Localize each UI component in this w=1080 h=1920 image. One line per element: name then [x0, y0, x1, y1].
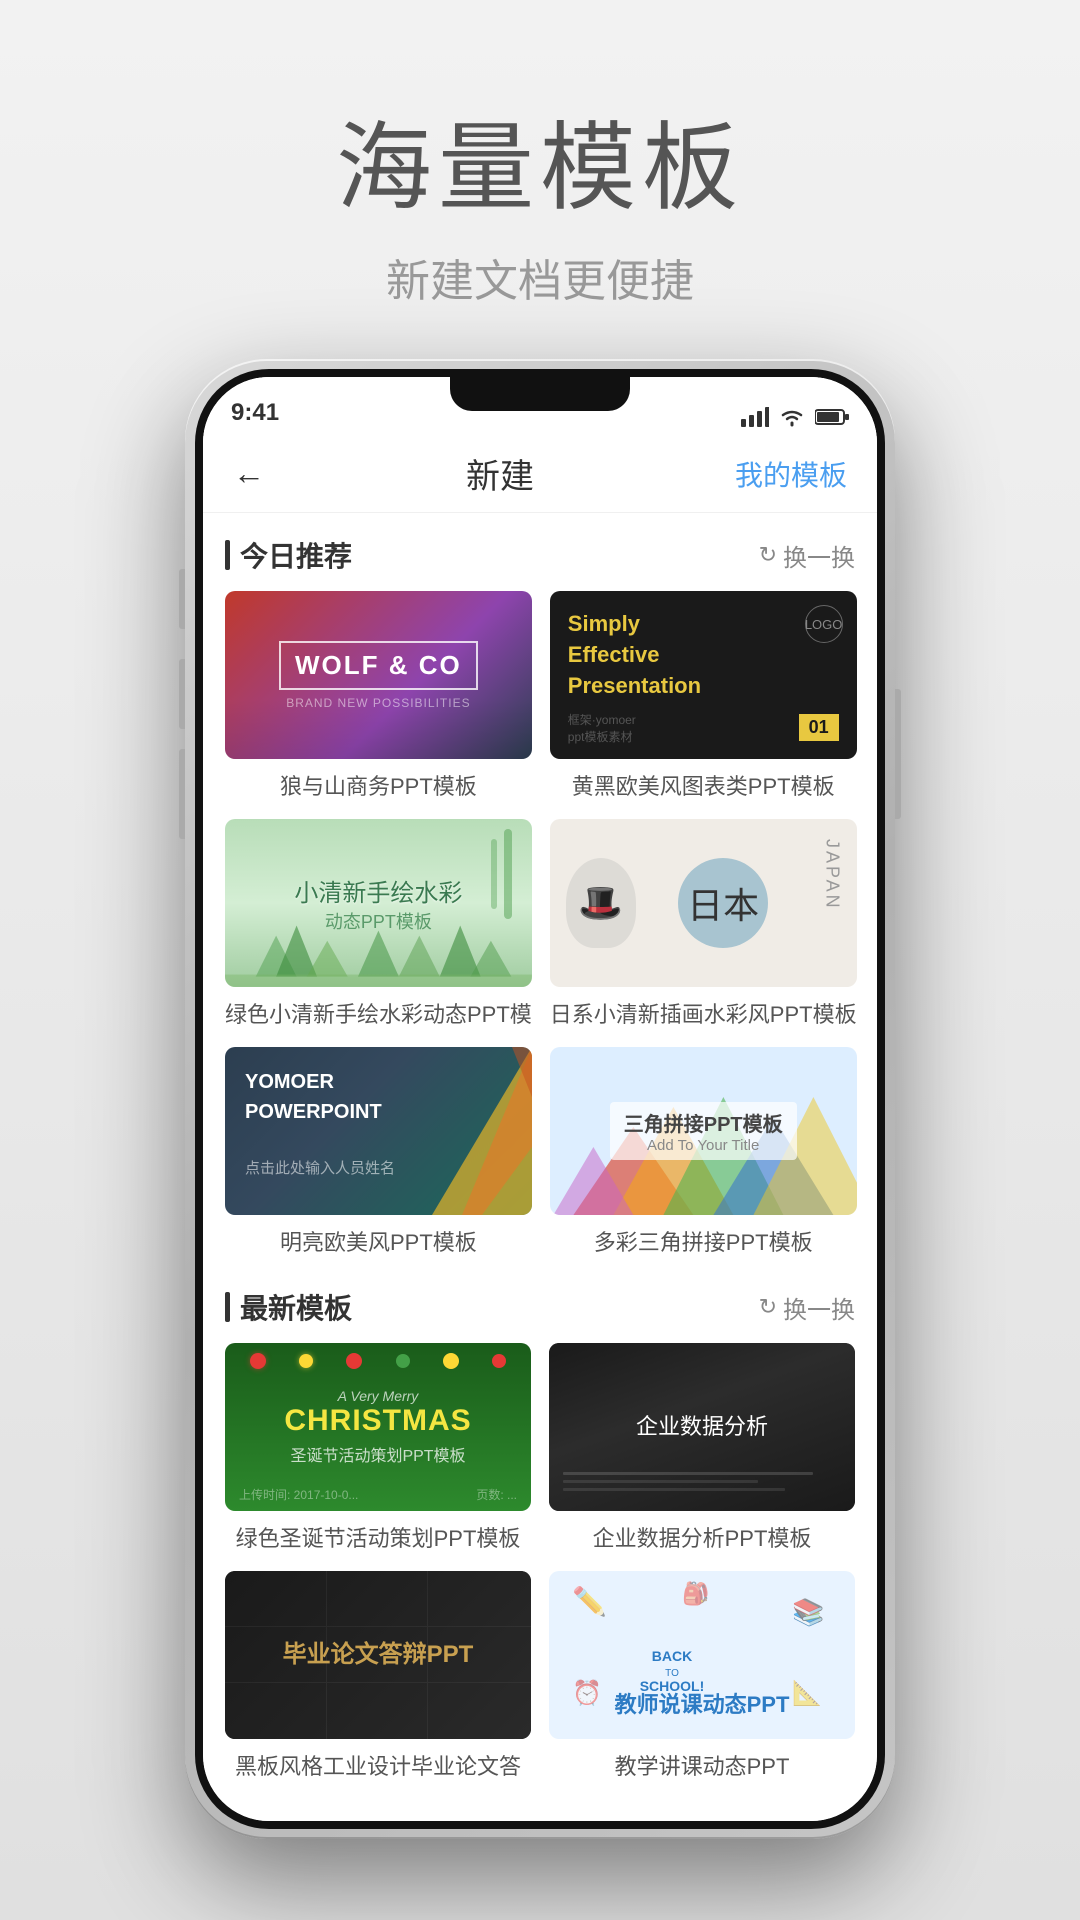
recommended-title: 今日推荐	[225, 535, 352, 575]
template-item-wolf[interactable]: WOLF & CO BRAND NEW POSSIBILITIES 狼与山商务P…	[225, 591, 532, 801]
page-header: 海量模板 新建文档更便捷	[336, 0, 744, 309]
refresh-icon-2: ↻	[759, 1294, 777, 1320]
template-item-triangle[interactable]: 三角拼接PPT模板 Add To Your Title 多彩三角拼接PPT模板	[550, 1047, 857, 1257]
recommended-header: 今日推荐 ↻ 换一换	[225, 513, 855, 591]
template-label-christmas: 绿色圣诞节活动策划PPT模板	[225, 1521, 531, 1553]
template-thumb-watercolor: 小清新手绘水彩 动态PPT模板	[225, 819, 532, 987]
template-item-teacher[interactable]: ✏️ 📚 📐 ⏰ 🎒	[549, 1571, 855, 1781]
template-item-watercolor[interactable]: 小清新手绘水彩 动态PPT模板 绿色小清新手绘水彩动态PPT模	[225, 819, 532, 1029]
volume-down-button[interactable]	[179, 659, 185, 729]
refresh-icon-1: ↻	[759, 542, 777, 568]
template-label-triangle: 多彩三角拼接PPT模板	[550, 1225, 857, 1257]
yomoer-title: YOMOERPOWERPOINT	[245, 1067, 512, 1127]
teacher-title: 教师说课动态PPT	[549, 1687, 855, 1719]
latest-section: 最新模板 ↻ 换一换	[225, 1267, 855, 1781]
template-thumb-yomoer: YOMOERPOWERPOINT 点击此处输入人员姓名	[225, 1047, 532, 1215]
status-icons	[741, 407, 849, 427]
page-title: 海量模板	[336, 90, 744, 229]
template-label-bizdata: 企业数据分析PPT模板	[549, 1521, 855, 1553]
template-label-yomoer: 明亮欧美风PPT模板	[225, 1225, 532, 1257]
mute-button[interactable]	[179, 569, 185, 629]
recommended-refresh[interactable]: ↻ 换一换	[759, 538, 855, 573]
template-label-teacher: 教学讲课动态PPT	[549, 1749, 855, 1781]
template-thumb-graduation: 毕业论文答辩PPT	[225, 1571, 531, 1739]
template-thumb-simple: SimplyEffectivePresentation LOGO 01 框架·y…	[550, 591, 857, 759]
latest-header: 最新模板 ↻ 换一换	[225, 1267, 855, 1343]
power-button[interactable]	[895, 689, 901, 819]
volume-up-button[interactable]	[179, 749, 185, 839]
scroll-content: 今日推荐 ↻ 换一换	[203, 513, 877, 1821]
template-thumb-wolf: WOLF & CO BRAND NEW POSSIBILITIES	[225, 591, 532, 759]
template-item-simple[interactable]: SimplyEffectivePresentation LOGO 01 框架·y…	[550, 591, 857, 801]
latest-refresh[interactable]: ↻ 换一换	[759, 1290, 855, 1325]
christmas-title: CHRISTMAS	[284, 1404, 471, 1438]
simple-number: 01	[799, 714, 839, 741]
simple-presentation-text: SimplyEffectivePresentation	[568, 609, 839, 701]
latest-grid: A Very Merry CHRISTMAS 圣诞节活动策划PPT模板 上传时间…	[225, 1343, 855, 1781]
template-thumb-bizdata: 企业数据分析	[549, 1343, 855, 1511]
my-templates-link[interactable]: 我的模板	[735, 454, 847, 494]
watercolor-title: 小清新手绘水彩	[294, 873, 462, 908]
phone-notch	[450, 377, 630, 411]
phone-screen: 9:41	[203, 377, 877, 1821]
watercolor-sub: 动态PPT模板	[325, 908, 432, 934]
wolf-title: WOLF & CO	[279, 641, 478, 690]
battery-icon	[815, 408, 849, 426]
wolf-subtitle: BRAND NEW POSSIBILITIES	[286, 696, 470, 710]
app-screen: 9:41	[203, 377, 877, 1821]
template-item-bizdata[interactable]: 企业数据分析 企业数据分析PPT模板	[549, 1343, 855, 1553]
template-thumb-japan: 🎩 日本 JAPAN	[550, 819, 857, 987]
page-background: 海量模板 新建文档更便捷 9:41	[0, 0, 1080, 1920]
recommended-section: 今日推荐 ↻ 换一换	[225, 513, 855, 1257]
template-thumb-teacher: ✏️ 📚 📐 ⏰ 🎒	[549, 1571, 855, 1739]
section-bar-2	[225, 1292, 230, 1322]
phone-mockup: 9:41	[185, 359, 895, 1839]
latest-title: 最新模板	[225, 1287, 352, 1327]
triangle-subtitle: Add To Your Title	[624, 1137, 783, 1154]
simple-logo-circle: LOGO	[805, 605, 843, 643]
template-label-wolf: 狼与山商务PPT模板	[225, 769, 532, 801]
template-label-watercolor: 绿色小清新手绘水彩动态PPT模	[225, 997, 532, 1029]
template-item-christmas[interactable]: A Very Merry CHRISTMAS 圣诞节活动策划PPT模板 上传时间…	[225, 1343, 531, 1553]
svg-text:BACK: BACK	[652, 1648, 692, 1664]
template-item-graduation[interactable]: 毕业论文答辩PPT 黑板风格工业设计毕业论文答	[225, 1571, 531, 1781]
recommended-grid: WOLF & CO BRAND NEW POSSIBILITIES 狼与山商务P…	[225, 591, 855, 1257]
bizdata-title: 企业数据分析	[636, 1409, 768, 1444]
yomoer-sub: 点击此处输入人员姓名	[245, 1157, 512, 1178]
template-label-simple: 黄黑欧美风图表类PPT模板	[550, 769, 857, 801]
svg-text:🎒: 🎒	[682, 1581, 709, 1607]
christmas-small-text: A Very Merry	[338, 1388, 419, 1404]
template-label-graduation: 黑板风格工业设计毕业论文答	[225, 1749, 531, 1781]
template-thumb-triangle: 三角拼接PPT模板 Add To Your Title	[550, 1047, 857, 1215]
section-bar	[225, 540, 230, 570]
triangle-title: 三角拼接PPT模板	[624, 1108, 783, 1137]
nav-bar: ← 新建 我的模板	[203, 435, 877, 513]
template-label-japan: 日系小清新插画水彩风PPT模板	[550, 997, 857, 1029]
nav-title: 新建	[466, 449, 534, 498]
template-thumb-christmas: A Very Merry CHRISTMAS 圣诞节活动策划PPT模板 上传时间…	[225, 1343, 531, 1511]
japan-circle: 日本	[678, 858, 768, 948]
svg-text:📚: 📚	[792, 1597, 824, 1627]
template-item-yomoer[interactable]: YOMOERPOWERPOINT 点击此处输入人员姓名 明亮欧美风PPT模板	[225, 1047, 532, 1257]
svg-text:✏️: ✏️	[572, 1584, 607, 1618]
christmas-subtitle: 圣诞节活动策划PPT模板	[290, 1442, 465, 1466]
graduation-title: 毕业论文答辩PPT	[283, 1637, 474, 1673]
wifi-icon	[779, 407, 805, 427]
template-item-japan[interactable]: 🎩 日本 JAPAN 日系小清新插画水彩风PPT模板	[550, 819, 857, 1029]
status-time: 9:41	[231, 399, 279, 427]
page-subtitle: 新建文档更便捷	[336, 245, 744, 309]
signal-icon	[741, 407, 769, 427]
back-button[interactable]: ←	[233, 455, 265, 492]
